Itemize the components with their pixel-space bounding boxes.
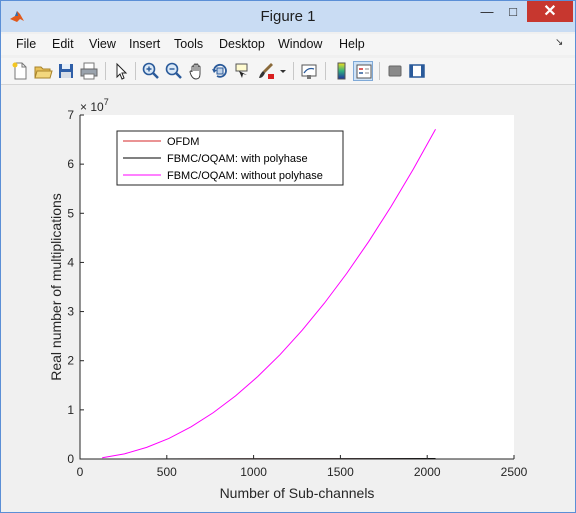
menu-desktop[interactable]: Desktop <box>219 37 265 51</box>
toolbar-separator <box>379 62 380 80</box>
y-tick-label: 4 <box>67 255 74 269</box>
legend-entry-fbmc-without-polyhase: FBMC/OQAM: without polyhase <box>167 170 323 182</box>
brush-icon[interactable] <box>256 61 276 81</box>
figure-toolbar <box>1 58 575 85</box>
y-tick-label: 1 <box>67 403 74 417</box>
y-tick-label: 7 <box>67 108 74 122</box>
figure-plot-area: 0 500 1000 1500 2000 2500 0 1 2 3 4 5 6 7 × 107 Numbe… <box>48 97 528 501</box>
new-figure-icon[interactable] <box>10 61 30 81</box>
x-tick-label: 2000 <box>414 465 441 479</box>
link-plot-icon[interactable] <box>299 61 319 81</box>
menu-tools[interactable]: Tools <box>174 37 203 51</box>
insert-legend-icon[interactable] <box>353 61 373 81</box>
print-icon[interactable] <box>79 61 99 81</box>
menu-file[interactable]: File <box>16 37 36 51</box>
maximize-button[interactable]: □ <box>500 1 526 22</box>
legend[interactable]: OFDM FBMC/OQAM: with polyhase FBMC/OQAM:… <box>116 130 344 186</box>
toolbar-separator <box>105 62 106 80</box>
zoom-out-icon[interactable] <box>164 61 184 81</box>
edit-plot-icon[interactable] <box>111 61 131 81</box>
menu-window[interactable]: Window <box>278 37 322 51</box>
zoom-in-icon[interactable] <box>141 61 161 81</box>
show-plot-tools-icon[interactable] <box>407 61 427 81</box>
minimize-button[interactable]: — <box>474 1 500 22</box>
toolbar-separator <box>135 62 136 80</box>
y-tick-label: 3 <box>67 305 74 319</box>
x-tick-label: 1500 <box>327 465 354 479</box>
open-file-icon[interactable] <box>33 61 53 81</box>
data-cursor-icon[interactable] <box>233 61 253 81</box>
x-tick-label: 2500 <box>501 465 528 479</box>
save-icon[interactable] <box>56 61 76 81</box>
y-tick-label: 5 <box>67 206 74 220</box>
hide-plot-tools-icon[interactable] <box>385 61 405 81</box>
menu-overflow-icon[interactable]: ↘ <box>555 37 563 48</box>
x-tick-label: 0 <box>77 465 84 479</box>
y-axis-label: Real number of multiplications <box>48 193 64 381</box>
rotate-3d-icon[interactable] <box>210 61 230 81</box>
toolbar-separator <box>325 62 326 80</box>
menu-view[interactable]: View <box>89 37 116 51</box>
y-tick-label: 6 <box>67 157 74 171</box>
insert-colorbar-icon[interactable] <box>331 61 351 81</box>
menu-help[interactable]: Help <box>339 37 365 51</box>
legend-entry-ofdm: OFDM <box>167 136 199 148</box>
toolbar-separator <box>293 62 294 80</box>
close-button[interactable]: ✕ <box>527 1 573 22</box>
x-axis-label: Number of Sub-channels <box>220 485 375 501</box>
menu-edit[interactable]: Edit <box>52 37 74 51</box>
menu-bar: File Edit View Insert Tools Desktop Wind… <box>1 34 575 55</box>
title-bar[interactable]: Figure 1 — □ ✕ <box>1 1 575 32</box>
pan-icon[interactable] <box>187 61 207 81</box>
menu-insert[interactable]: Insert <box>129 37 160 51</box>
brush-dropdown-icon[interactable] <box>278 61 288 81</box>
legend-entry-fbmc-with-polyhase: FBMC/OQAM: with polyhase <box>167 153 308 165</box>
y-exponent-label: × 107 <box>80 97 109 114</box>
x-tick-label: 500 <box>157 465 177 479</box>
x-tick-label: 1000 <box>240 465 267 479</box>
y-tick-label: 2 <box>67 354 74 368</box>
y-tick-label: 0 <box>67 452 74 466</box>
